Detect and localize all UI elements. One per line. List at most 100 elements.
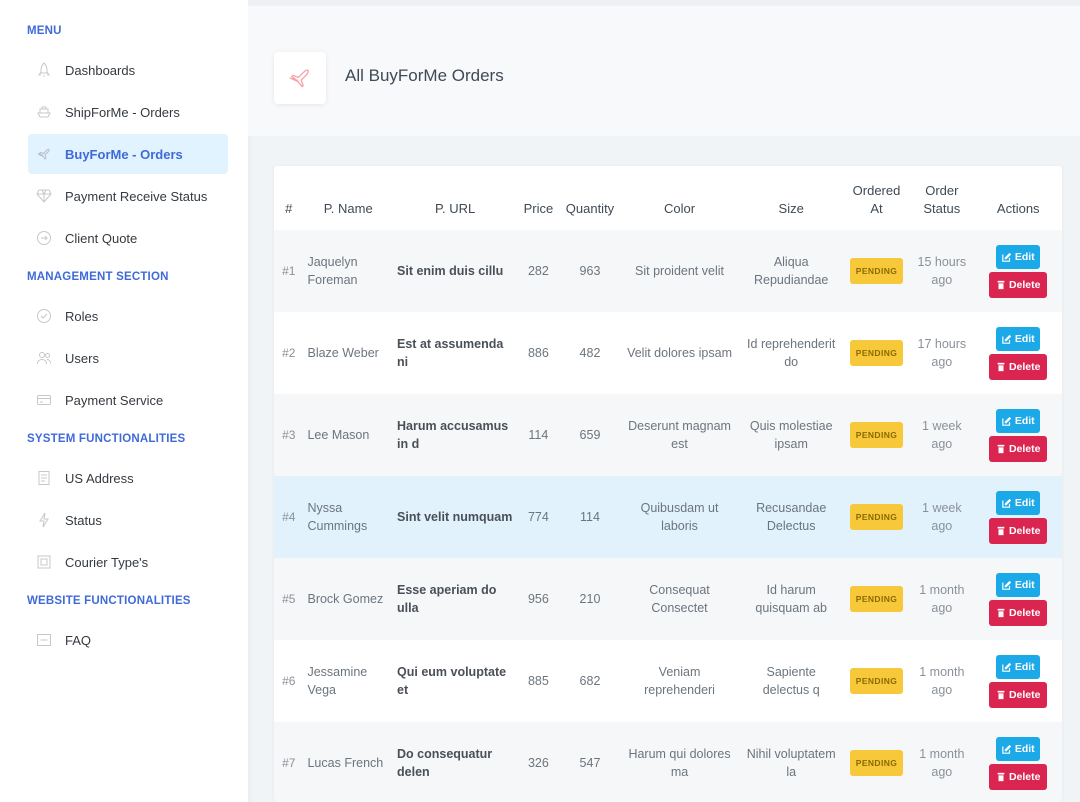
column-header-name: P. Name: [323, 201, 373, 216]
price-cell: 885: [527, 674, 549, 688]
product-url-cell: Harum accusamus in d: [397, 419, 509, 451]
actions-cell: Edit Delete: [974, 312, 1062, 394]
price-cell: 114: [528, 428, 549, 442]
row-number: #2: [282, 346, 296, 360]
color-cell: Sit proident velit: [635, 264, 724, 278]
actions-group: Edit Delete: [978, 490, 1058, 544]
ordered-at-cell: PENDING: [844, 394, 909, 476]
table-row: #4 Nyssa Cummings Sint velit numquam 774 114…: [274, 476, 1062, 558]
order-status-cell: 15 hours ago: [917, 255, 967, 287]
column-header-size: Size: [778, 201, 804, 216]
sidebar-item-label: Dashboards: [65, 62, 136, 78]
sidebar-item-client-quote[interactable]: Client Quote: [28, 218, 228, 258]
color-cell: Deserunt magnam est: [628, 419, 731, 451]
quantity-cell: 547: [579, 756, 601, 770]
order-status-cell: 1 week ago: [922, 419, 962, 451]
color-cell: Quibusdam ut laboris: [640, 501, 719, 533]
sidebar-item-status[interactable]: Status: [28, 500, 228, 540]
order-status-cell: 1 month ago: [919, 665, 965, 697]
document-icon: [36, 470, 52, 486]
status-badge: PENDING: [849, 258, 904, 284]
ship-icon: [36, 104, 52, 120]
product-url-cell: Do consequatur delen: [397, 747, 493, 779]
sidebar-item-shipforme-orders[interactable]: ShipForMe - Orders: [28, 92, 228, 132]
product-name-cell: Lee Mason: [307, 428, 370, 442]
sidebar-item-buyforme-orders[interactable]: BuyForMe - Orders: [28, 134, 228, 174]
column-header-actions: Actions: [996, 201, 1040, 216]
delete-button[interactable]: Delete: [989, 681, 1048, 708]
edit-button[interactable]: Edit: [996, 572, 1041, 597]
actions-group: Edit Delete: [978, 244, 1058, 298]
delete-button[interactable]: Delete: [989, 763, 1048, 790]
column-header-url: P. URL: [435, 201, 476, 216]
price-cell: 886: [527, 346, 549, 360]
sidebar-item-label: Courier Type's: [65, 554, 149, 570]
delete-button[interactable]: Delete: [989, 271, 1048, 298]
color-cell: Veniam reprehenderi: [644, 665, 715, 697]
delete-button-label: Delete: [1008, 278, 1041, 291]
sidebar-item-payment-receive-status[interactable]: Payment Receive Status: [28, 176, 228, 216]
product-name-cell: Nyssa Cummings: [307, 501, 368, 533]
edit-button[interactable]: Edit: [996, 654, 1041, 679]
sidebar-item-courier-type-s[interactable]: Courier Type's: [28, 542, 228, 582]
actions-cell: Edit Delete: [974, 230, 1062, 312]
size-cell: Nihil voluptatem la: [746, 747, 836, 779]
actions-group: Edit Delete: [978, 654, 1058, 708]
sidebar-item-faq[interactable]: FAQ: [28, 620, 228, 660]
delete-button[interactable]: Delete: [989, 599, 1048, 626]
sidebar-item-roles[interactable]: Roles: [28, 296, 228, 336]
price-cell: 774: [527, 510, 549, 524]
header-plane-icon: [274, 52, 326, 104]
edit-icon: [1002, 498, 1015, 508]
sidebar-item-us-address[interactable]: US Address: [28, 458, 228, 498]
row-number: #3: [282, 428, 296, 442]
sidebar-item-payment-service[interactable]: Payment Service: [28, 380, 228, 420]
list-box-icon: [36, 632, 52, 648]
status-badge: PENDING: [849, 340, 904, 366]
quantity-cell: 682: [579, 674, 601, 688]
order-status-cell: 17 hours ago: [917, 337, 967, 369]
section-heading-system-functionalities: SYSTEM FUNCTIONALITIES: [27, 433, 186, 445]
sidebar-item-dashboards[interactable]: Dashboards: [28, 50, 228, 90]
delete-button[interactable]: Delete: [989, 353, 1048, 380]
size-cell: Quis molestiae ipsam: [749, 419, 833, 451]
edit-button-label: Edit: [1014, 742, 1035, 755]
users-icon: [36, 350, 52, 366]
edit-button[interactable]: Edit: [996, 736, 1041, 761]
actions-cell: Edit Delete: [974, 640, 1062, 722]
sidebar-item-label: ShipForMe - Orders: [65, 104, 180, 120]
ordered-at-cell: PENDING: [844, 722, 909, 802]
sidebar-item-users[interactable]: Users: [28, 338, 228, 378]
actions-cell: Edit Delete: [974, 476, 1062, 558]
edit-button[interactable]: Edit: [996, 490, 1041, 515]
quantity-cell: 114: [580, 510, 600, 524]
table-row: #1 Jaquelyn Foreman Sit enim duis cillu 282…: [274, 230, 1062, 312]
trash-icon: [996, 362, 1009, 372]
actions-cell: Edit Delete: [974, 722, 1062, 802]
trash-icon: [996, 608, 1009, 618]
table-row: #7 Lucas French Do consequatur delen 326 547…: [274, 722, 1062, 802]
plane-icon: [36, 146, 52, 162]
sidebar-item-label: FAQ: [65, 632, 92, 648]
edit-button[interactable]: Edit: [996, 244, 1041, 269]
size-cell: Sapiente delectus q: [762, 665, 820, 697]
delete-button-label: Delete: [1008, 606, 1041, 619]
lightning-icon: [36, 512, 52, 528]
product-name-cell: Jessamine Vega: [307, 665, 368, 697]
actions-group: Edit Delete: [978, 408, 1058, 462]
product-url-cell: Sint velit numquam: [397, 510, 513, 524]
edit-button-label: Edit: [1014, 496, 1035, 509]
trash-icon: [996, 526, 1009, 536]
delete-button[interactable]: Delete: [989, 435, 1048, 462]
table-row: #6 Jessamine Vega Qui eum voluptate et 885 6…: [274, 640, 1062, 722]
sidebar: MENU Dashboards ShipForMe - Orders BuyForMe…: [0, 0, 248, 802]
edit-button[interactable]: Edit: [996, 408, 1041, 433]
sidebar-item-label: Roles: [65, 308, 99, 324]
edit-icon: [1002, 580, 1015, 590]
edit-button[interactable]: Edit: [996, 326, 1041, 351]
delete-button-label: Delete: [1008, 688, 1041, 701]
delete-button[interactable]: Delete: [989, 517, 1048, 544]
product-name-cell: Brock Gomez: [307, 592, 384, 606]
product-url-cell: Esse aperiam do ulla: [397, 583, 497, 615]
price-cell: 326: [527, 756, 549, 770]
